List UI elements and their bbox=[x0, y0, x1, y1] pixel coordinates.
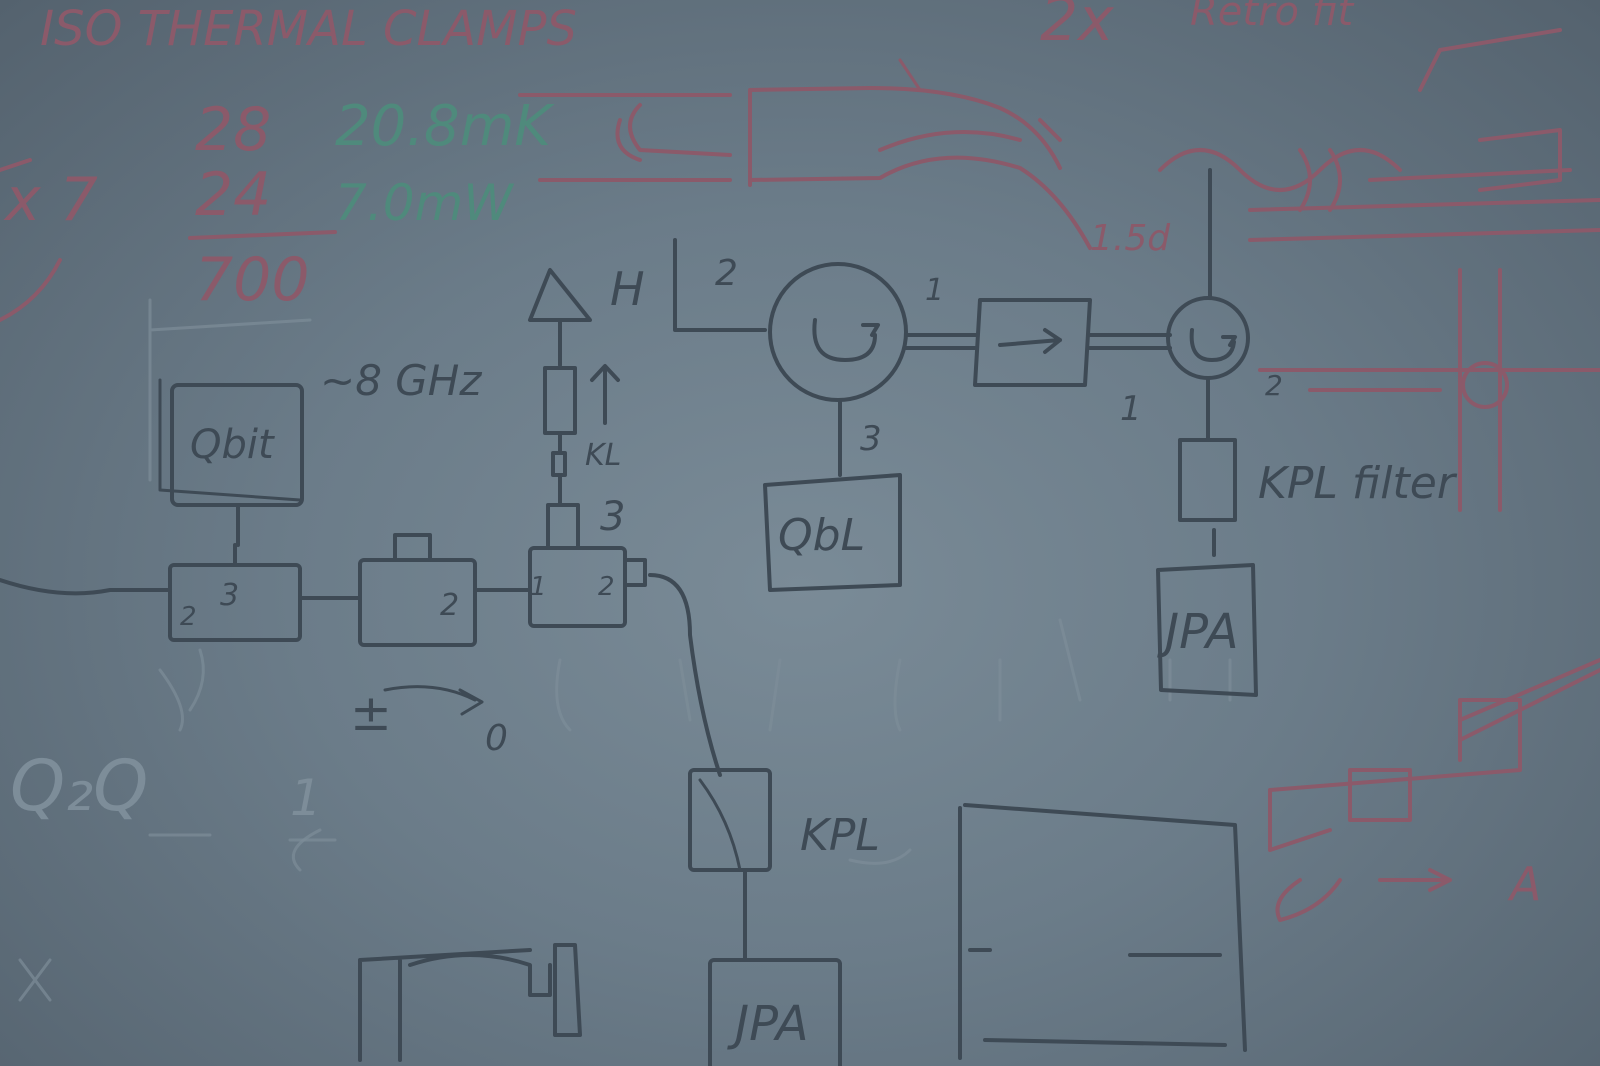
filter-label: KPL filter bbox=[1258, 458, 1458, 509]
note-power: 7.0mW bbox=[335, 174, 514, 232]
one-note: 1 bbox=[290, 769, 322, 827]
calc-result: 700 bbox=[195, 245, 310, 315]
kpl-label-mid: KPL bbox=[800, 810, 880, 861]
dark-notes: ± 0 Q₂Q 1 A bbox=[10, 684, 1541, 911]
erased-marks bbox=[18, 298, 1232, 1002]
port-label-box2: 2 bbox=[440, 588, 459, 623]
a-note: A bbox=[1507, 857, 1541, 911]
jpa-label-right: JPA bbox=[1157, 604, 1239, 660]
qubit-label-left: Qbit bbox=[190, 422, 275, 468]
jpa-label-bottom: JPA bbox=[727, 996, 809, 1052]
calc-b: 24 bbox=[195, 160, 271, 230]
note-retro-fit: Retro fit bbox=[1190, 0, 1355, 35]
whiteboard-drawing: ISO THERMAL CLAMPS 2x Retro fit 28 24 70… bbox=[0, 0, 1600, 1066]
note-iso-thermal: ISO THERMAL CLAMPS bbox=[40, 1, 577, 57]
note-mult: x 7 bbox=[3, 165, 98, 235]
circulator-main bbox=[768, 262, 908, 402]
port-label-2: 2 bbox=[180, 602, 197, 632]
circ-port-1: 1 bbox=[925, 273, 944, 308]
port-label-1: 1 bbox=[530, 572, 547, 602]
qubit-label-mid: QbL bbox=[778, 510, 865, 561]
circ2-port-1: 1 bbox=[1120, 389, 1142, 429]
port-label-3-mid: 3 bbox=[600, 494, 625, 540]
isolator-element bbox=[543, 366, 577, 435]
red-notes: ISO THERMAL CLAMPS 2x Retro fit 28 24 70… bbox=[3, 0, 1355, 315]
green-notes: 20.8mK 7.0mW bbox=[335, 94, 555, 232]
calc-line bbox=[188, 230, 337, 240]
hemt-amplifier bbox=[528, 268, 592, 322]
zero-note: 0 bbox=[485, 718, 508, 759]
frequency-label: ~8 GHz bbox=[320, 356, 482, 405]
plus-minus-note: ± bbox=[350, 684, 392, 742]
circ2-port-2: 2 bbox=[1265, 369, 1283, 402]
whiteboard: ISO THERMAL CLAMPS 2x Retro fit 28 24 70… bbox=[0, 0, 1600, 1066]
kl-label: KL bbox=[585, 438, 621, 473]
kpl-filter-box bbox=[1178, 438, 1237, 522]
note-bend: 1.5d bbox=[1090, 218, 1171, 259]
circ-port-2: 2 bbox=[715, 253, 738, 294]
calc-a: 28 bbox=[195, 95, 271, 165]
hemt-label: H bbox=[610, 262, 645, 316]
port-label-3: 3 bbox=[220, 578, 239, 613]
port-label-2b: 2 bbox=[598, 572, 615, 602]
q2-note: Q₂Q bbox=[10, 745, 148, 827]
note-temperature: 20.8mK bbox=[335, 94, 555, 159]
circ-port-3: 3 bbox=[860, 419, 882, 459]
note-2x: 2x bbox=[1040, 0, 1114, 55]
